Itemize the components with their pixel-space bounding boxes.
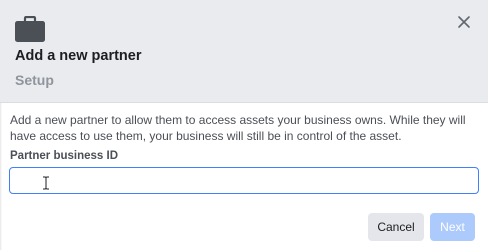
dialog-description: Add a new partner to allow them to acces…: [10, 113, 466, 143]
briefcase-icon: [15, 16, 45, 42]
dialog-header: Add a new partner Setup: [0, 0, 488, 103]
partner-business-id-label: Partner business ID: [10, 150, 119, 162]
partner-business-id-input[interactable]: [9, 167, 479, 194]
dialog-subtitle: Setup: [15, 72, 54, 88]
add-partner-dialog: Add a new partner Setup Add a new partne…: [0, 0, 488, 250]
cancel-button[interactable]: Cancel: [368, 213, 424, 241]
dialog-title: Add a new partner: [15, 48, 142, 64]
next-button[interactable]: Next: [430, 213, 475, 241]
close-icon[interactable]: [454, 12, 474, 32]
